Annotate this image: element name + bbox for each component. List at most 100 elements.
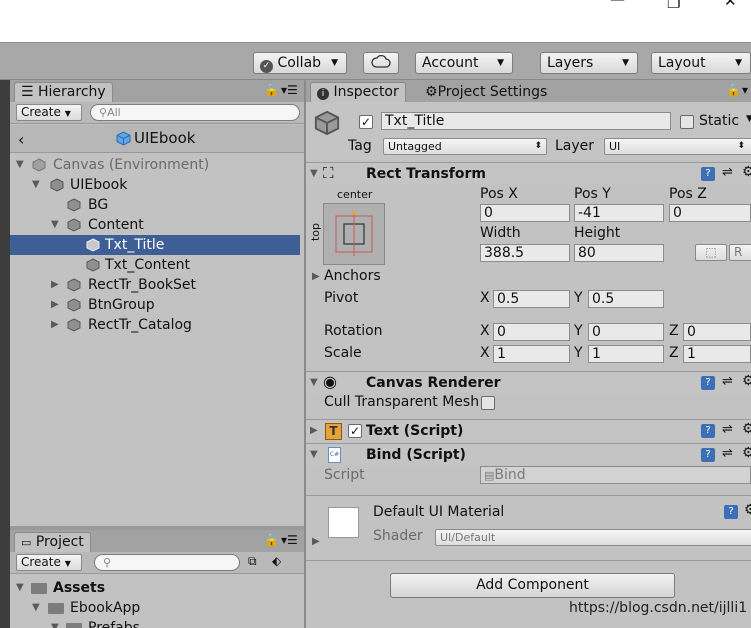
collapse-arrow-icon[interactable]: ▶ bbox=[312, 536, 320, 547]
material-preview[interactable] bbox=[328, 507, 359, 538]
preset-icon[interactable]: ⇌ bbox=[722, 422, 733, 437]
pos-y-field[interactable]: -41 bbox=[574, 204, 664, 222]
gear-icon[interactable]: ⚙ bbox=[742, 164, 751, 180]
expand-arrow-icon[interactable]: ▼ bbox=[310, 168, 318, 179]
text-script-header[interactable]: ▶ T ✓ Text (Script) ? ⇌ ⚙ bbox=[306, 419, 751, 441]
filter-type-icon[interactable]: ⧉ bbox=[248, 554, 257, 569]
tree-item-recttr-catalog[interactable]: ▶ RectTr_Catalog bbox=[10, 315, 300, 335]
hierarchy-create-button[interactable]: Create ▼ bbox=[16, 104, 82, 121]
collapse-arrow-icon[interactable]: ▶ bbox=[51, 275, 59, 295]
help-icon[interactable]: ? bbox=[724, 505, 738, 519]
tree-item-assets[interactable]: ▼ Assets bbox=[10, 578, 300, 598]
rotation-z-field[interactable]: 0 bbox=[683, 323, 751, 341]
tab-hierarchy[interactable]: ☰ Hierarchy bbox=[14, 82, 113, 103]
pos-z-field[interactable]: 0 bbox=[669, 204, 751, 222]
tree-item-canvas-environment[interactable]: ▼ Canvas (Environment) bbox=[10, 155, 300, 175]
object-name-field[interactable]: Txt_Title bbox=[381, 112, 671, 130]
lock-icon[interactable]: 🔒 bbox=[264, 83, 279, 97]
collapse-arrow-icon[interactable]: ▶ bbox=[51, 295, 59, 315]
gear-icon[interactable]: ⚙ bbox=[742, 445, 751, 461]
layout-button[interactable]: Layout ▼ bbox=[651, 52, 751, 74]
tag-dropdown[interactable]: Untagged ⬍ bbox=[383, 138, 547, 155]
raw-edit-button[interactable]: R bbox=[729, 244, 751, 261]
lock-icon[interactable]: 🔒 bbox=[264, 533, 279, 547]
help-icon[interactable]: ? bbox=[701, 376, 715, 390]
project-create-button[interactable]: Create ▼ bbox=[16, 554, 82, 571]
collapse-arrow-icon[interactable]: ▶ bbox=[310, 425, 318, 436]
dropdown-arrow-icon[interactable]: ▼ bbox=[746, 114, 751, 124]
anchors-label[interactable]: Anchors bbox=[324, 267, 381, 285]
tab-project[interactable]: ▭ Project bbox=[14, 532, 91, 553]
cloud-button[interactable] bbox=[363, 52, 399, 74]
gear-icon[interactable]: ⚙ bbox=[742, 373, 751, 389]
script-label: Script bbox=[324, 467, 365, 483]
tree-item-recttr-bookset[interactable]: ▶ RectTr_BookSet bbox=[10, 275, 300, 295]
tree-item-bg[interactable]: BG bbox=[10, 195, 300, 215]
tree-item-ebookapp[interactable]: ▼ EbookApp bbox=[10, 598, 300, 618]
tab-project-settings[interactable]: ⚙Project Settings bbox=[418, 82, 555, 103]
script-reference-field[interactable]: ▤Bind bbox=[480, 466, 751, 484]
panel-menu-icon[interactable]: ▾☰ bbox=[281, 83, 298, 97]
expand-arrow-icon[interactable]: ▼ bbox=[310, 449, 318, 460]
collapse-arrow-icon[interactable]: ▶ bbox=[51, 315, 59, 335]
collab-button[interactable]: ✓ Collab ▼ bbox=[253, 52, 347, 74]
rotation-y-field[interactable]: 0 bbox=[588, 323, 664, 341]
canvas-renderer-header[interactable]: ▼ ◉ Canvas Renderer ? ⇌ ⚙ bbox=[306, 371, 751, 393]
expand-arrow-icon[interactable]: ▼ bbox=[16, 155, 24, 175]
panel-menu-icon[interactable]: ▾☰ bbox=[281, 533, 298, 547]
minimize-icon[interactable]: — bbox=[610, 0, 625, 8]
tab-inspector[interactable]: i Inspector bbox=[310, 82, 406, 103]
expand-arrow-icon[interactable]: ▼ bbox=[51, 618, 59, 628]
expand-arrow-icon[interactable]: ▼ bbox=[32, 598, 40, 618]
text-enabled-checkbox[interactable]: ✓ bbox=[348, 424, 362, 438]
cull-transparent-mesh-checkbox[interactable] bbox=[481, 396, 495, 410]
expand-arrow-icon[interactable]: ▼ bbox=[16, 578, 24, 598]
help-icon[interactable]: ? bbox=[701, 424, 715, 438]
help-icon[interactable]: ? bbox=[701, 167, 715, 181]
scale-z-field[interactable]: 1 bbox=[683, 345, 751, 363]
help-icon[interactable]: ? bbox=[701, 448, 715, 462]
gear-icon[interactable]: ⚙ bbox=[742, 421, 751, 437]
tree-item-prefabs[interactable]: ▼ Prefabs bbox=[10, 618, 300, 628]
height-field[interactable]: 80 bbox=[574, 244, 664, 262]
shader-dropdown[interactable]: UI/Default bbox=[435, 529, 751, 546]
expand-arrow-icon[interactable]: ▼ bbox=[310, 377, 318, 388]
pivot-x-field[interactable]: 0.5 bbox=[493, 290, 570, 308]
hierarchy-search-input[interactable]: ⚲All bbox=[90, 104, 300, 121]
rotation-x-field[interactable]: 0 bbox=[493, 323, 570, 341]
layers-button[interactable]: Layers ▼ bbox=[540, 52, 638, 74]
pos-x-field[interactable]: 0 bbox=[480, 204, 570, 222]
add-component-button[interactable]: Add Component bbox=[390, 573, 675, 598]
tree-item-content[interactable]: ▼ Content bbox=[10, 215, 300, 235]
scale-y-field[interactable]: 1 bbox=[588, 345, 664, 363]
bind-script-header[interactable]: ▼ C# Bind (Script) ? ⇌ ⚙ bbox=[306, 443, 751, 465]
pivot-y-field[interactable]: 0.5 bbox=[588, 290, 664, 308]
filter-label-icon[interactable]: ⬖ bbox=[272, 554, 281, 568]
preset-icon[interactable]: ⇌ bbox=[722, 374, 733, 389]
expand-arrow-icon[interactable]: ▼ bbox=[51, 215, 59, 235]
layer-dropdown[interactable]: UI ⬍ bbox=[604, 138, 751, 155]
preset-icon[interactable]: ⇌ bbox=[722, 446, 733, 461]
tree-item-txt-content[interactable]: Txt_Content bbox=[10, 255, 300, 275]
lock-icon[interactable]: 🔒 bbox=[726, 83, 741, 97]
static-checkbox[interactable] bbox=[680, 115, 694, 129]
blueprint-mode-button[interactable]: ⬚ bbox=[695, 244, 727, 261]
close-icon[interactable]: ✕ bbox=[724, 0, 737, 10]
anchor-preset-button[interactable] bbox=[323, 203, 385, 265]
gear-icon[interactable]: ⚙ bbox=[744, 502, 751, 518]
panel-menu-icon[interactable]: ▾ bbox=[742, 83, 748, 97]
collapse-arrow-icon[interactable]: ▶ bbox=[312, 271, 320, 282]
rect-transform-header[interactable]: ▼ ⛶ Rect Transform ? ⇌ ⚙ bbox=[306, 162, 751, 184]
project-search-input[interactable]: ⚲ bbox=[94, 554, 240, 571]
back-chevron-icon[interactable]: ‹ bbox=[18, 130, 24, 149]
tree-item-txt-title[interactable]: Txt_Title bbox=[10, 235, 300, 255]
scale-x-field[interactable]: 1 bbox=[493, 345, 570, 363]
expand-arrow-icon[interactable]: ▼ bbox=[32, 175, 40, 195]
preset-icon[interactable]: ⇌ bbox=[722, 165, 733, 180]
tree-item-uiebook[interactable]: ▼ UIEbook bbox=[10, 175, 300, 195]
account-button[interactable]: Account ▼ bbox=[415, 52, 513, 74]
active-checkbox[interactable]: ✓ bbox=[359, 115, 373, 129]
restore-icon[interactable]: ❐ bbox=[667, 0, 680, 12]
width-field[interactable]: 388.5 bbox=[480, 244, 570, 262]
tree-item-btngroup[interactable]: ▶ BtnGroup bbox=[10, 295, 300, 315]
